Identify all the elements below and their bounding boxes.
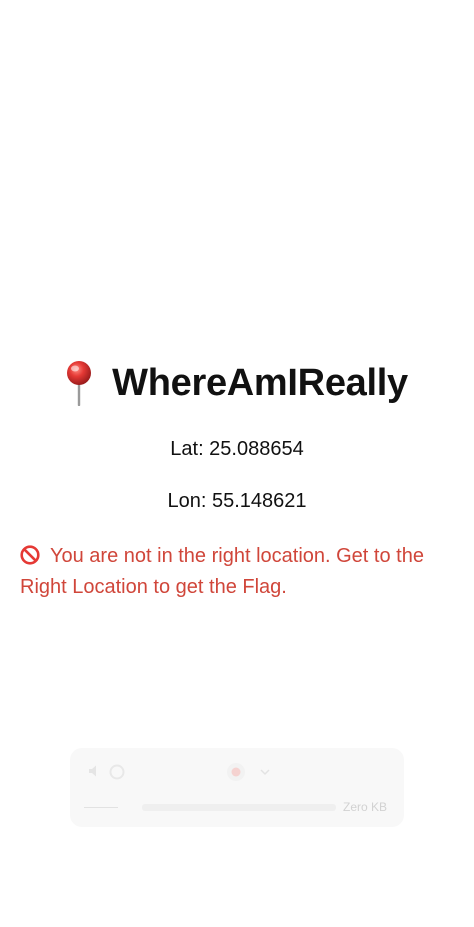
app-screen: WhereAmIReally Lat: 25.088654 Lon: 55.14… — [0, 0, 474, 927]
page-title: WhereAmIReally — [112, 361, 408, 404]
latitude-text: Lat: 25.088654 — [170, 438, 304, 460]
record-icon[interactable] — [226, 762, 246, 782]
recording-overlay-bar[interactable]: Zero KB — [70, 748, 404, 827]
title-row: WhereAmIReally — [0, 357, 474, 409]
longitude-text: Lon: 55.148621 — [167, 490, 307, 512]
overlay-status-placeholder — [142, 804, 336, 811]
round-pushpin-icon — [67, 361, 92, 406]
overlay-size-label: Zero KB — [343, 800, 388, 814]
no-entry-icon — [20, 545, 40, 565]
circle-icon[interactable] — [109, 764, 125, 780]
chevron-down-icon[interactable] — [260, 768, 270, 776]
speaker-icon[interactable] — [88, 764, 102, 778]
overlay-divider — [84, 807, 118, 808]
location-error-message: You are not in the right location. Get t… — [20, 541, 460, 603]
error-text: You are not in the right location. Get t… — [20, 545, 424, 598]
